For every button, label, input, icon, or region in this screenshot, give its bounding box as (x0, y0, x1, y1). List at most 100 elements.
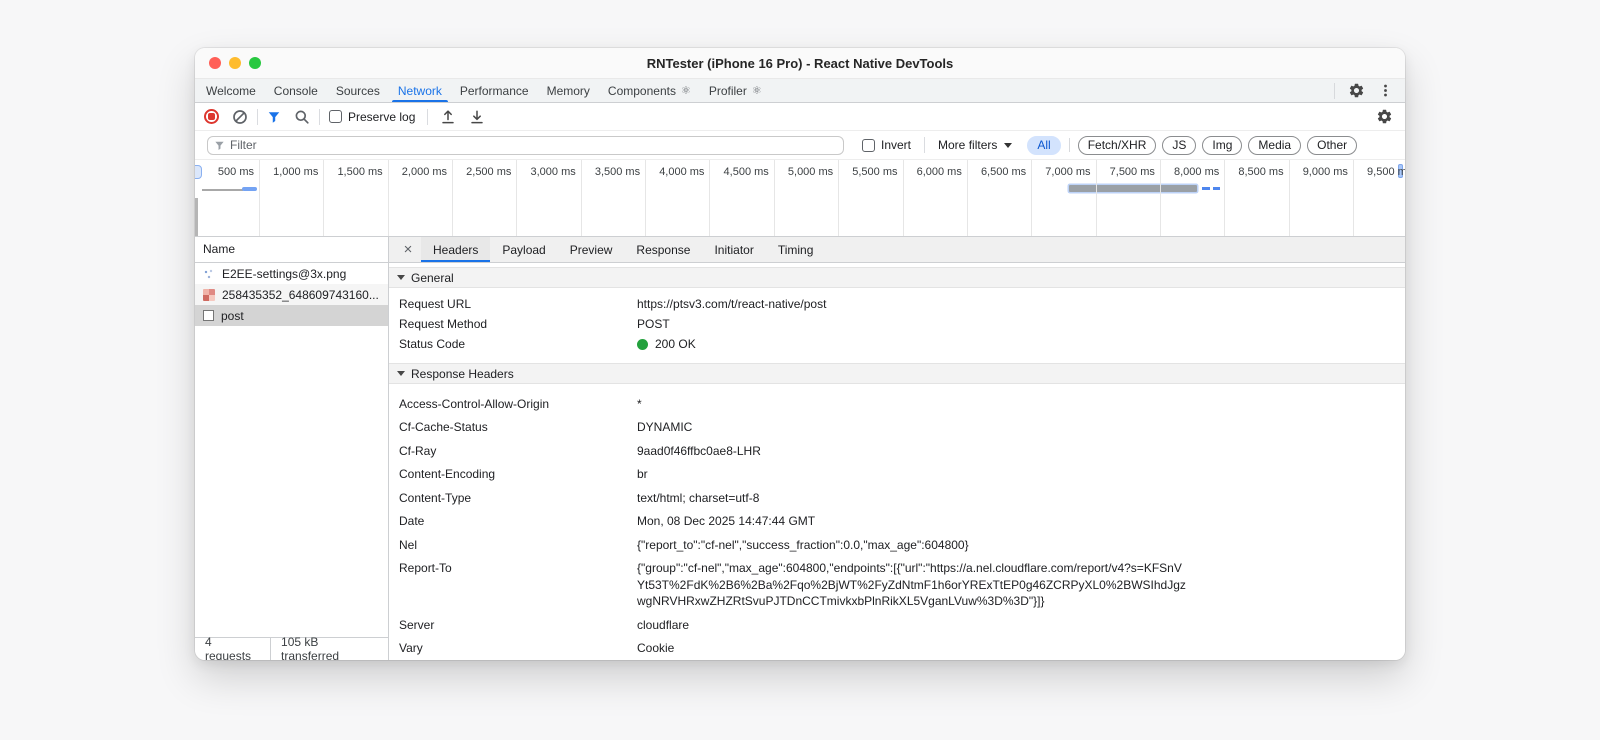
tab-performance[interactable]: Performance (451, 79, 538, 102)
header-value: text/html; charset=utf-8 (637, 490, 760, 505)
header-row-cf-ray: Cf-Ray 9aad0f46ffbc0ae8-LHR (389, 439, 1405, 463)
request-name: post (221, 308, 244, 323)
overview-left-bar (195, 198, 198, 236)
tab-memory[interactable]: Memory (538, 79, 599, 102)
pill-img[interactable]: Img (1202, 135, 1243, 155)
header-row-content-type: Content-Type text/html; charset=utf-8 (389, 486, 1405, 510)
pill-media[interactable]: Media (1248, 135, 1302, 155)
network-toolbar: Preserve log (195, 103, 1405, 131)
network-content: Name E2EE-settings@3x.png 258435352_64860… (195, 237, 1405, 660)
timeline-tick-label: 9,000 ms (1302, 166, 1348, 178)
timeline-overview[interactable]: 500 ms 1,000 ms 1,500 ms 2,000 ms 2,500 ms 3,… (195, 159, 1405, 237)
request-type-pills: All Fetch/XHR JS Img Media Other (1027, 135, 1358, 155)
import-har-icon[interactable] (469, 109, 485, 125)
preserve-log-checkbox[interactable] (329, 110, 342, 123)
filter-toggle-button[interactable] (267, 110, 281, 124)
response-headers-section-header[interactable]: Response Headers (389, 363, 1405, 384)
invert-label: Invert (881, 138, 912, 152)
name-column-header[interactable]: Name (195, 237, 388, 263)
more-filters-dropdown[interactable]: More filters (938, 138, 1013, 152)
details-tab-timing[interactable]: Timing (766, 237, 826, 262)
details-tab-payload[interactable]: Payload (490, 237, 557, 262)
header-value: 9aad0f46ffbc0ae8-LHR (637, 443, 761, 458)
header-value: 200 OK (637, 337, 696, 351)
tab-welcome[interactable]: Welcome (197, 79, 265, 102)
request-row-post[interactable]: post (195, 305, 388, 326)
divider (427, 108, 429, 125)
general-section-header[interactable]: General (389, 267, 1405, 288)
tabbar-right (1334, 79, 1405, 102)
filter-input[interactable]: Filter (207, 135, 844, 155)
pill-other[interactable]: Other (1307, 135, 1358, 155)
response-header-rows: Access-Control-Allow-Origin * Cf-Cache-Sta… (389, 384, 1405, 660)
request-row-258435352-648609743160-[interactable]: 258435352_648609743160... (195, 284, 388, 305)
zoom-window-button[interactable] (249, 57, 261, 69)
timeline-tick-label: 4,500 ms (723, 166, 769, 178)
header-row-status-code: Status Code 200 OK (389, 334, 1405, 354)
timeline-tick-label: 8,000 ms (1174, 166, 1220, 178)
waterfall-bar-large (1069, 185, 1197, 192)
tab-label: Components (607, 83, 676, 98)
devtools-settings-gear-icon[interactable] (1348, 82, 1365, 99)
header-value: {"group":"cf-nel","max_age":604800,"endp… (637, 561, 1186, 608)
header-name: Content-Type (399, 490, 472, 505)
tab-label: Console (273, 83, 318, 98)
tab-sources[interactable]: Sources (327, 79, 389, 102)
pill-all[interactable]: All (1027, 135, 1061, 155)
details-tab-headers[interactable]: Headers (421, 237, 491, 262)
more-filters-label: More filters (938, 138, 998, 152)
tab-profiler[interactable]: Profiler ⚛ (700, 79, 771, 102)
tab-label: Welcome (206, 83, 256, 98)
kebab-menu-icon[interactable] (1378, 83, 1393, 98)
minimize-window-button[interactable] (229, 57, 241, 69)
close-details-button[interactable]: × (395, 237, 421, 262)
disclosure-triangle-icon (397, 275, 405, 280)
close-window-button[interactable] (209, 57, 221, 69)
chevron-down-icon (1004, 142, 1013, 148)
record-network-log-button[interactable] (204, 109, 219, 124)
timeline-tick-label: 3,500 ms (594, 166, 641, 178)
invert-checkbox[interactable] (862, 138, 875, 152)
header-name: Cf-Ray (399, 443, 437, 458)
details-tab-initiator[interactable]: Initiator (702, 237, 765, 262)
export-har-icon[interactable] (440, 109, 456, 125)
timeline-tick-label: 3,000 ms (530, 166, 576, 178)
filter-placeholder: Filter (230, 138, 257, 152)
tab-network[interactable]: Network (389, 79, 451, 102)
waterfall-bar-small-gray (202, 189, 243, 191)
header-name: Nel (399, 537, 418, 552)
request-row-e2ee-settings-3x-png[interactable]: E2EE-settings@3x.png (195, 263, 388, 284)
header-name: Content-Encoding (399, 467, 496, 481)
header-name: Report-To (399, 561, 452, 575)
header-row-request-url: Request URL https://ptsv3.com/t/react-nat… (389, 294, 1405, 314)
header-name: Date (399, 514, 425, 528)
disclosure-triangle-icon (397, 371, 405, 376)
general-section-title: General (411, 270, 454, 285)
tab-label: Network (397, 83, 442, 98)
tab-components[interactable]: Components ⚛ (599, 79, 700, 102)
tab-label: Memory (546, 83, 590, 98)
pill-fetch-xhr[interactable]: Fetch/XHR (1077, 135, 1157, 155)
img-faint-icon (203, 267, 215, 280)
tab-console[interactable]: Console (265, 79, 327, 102)
network-settings-gear-icon[interactable] (1376, 108, 1393, 125)
divider (257, 108, 258, 125)
header-name: Request Method (399, 317, 488, 331)
timeline-tick-label: 6,000 ms (916, 166, 962, 178)
pill-js[interactable]: JS (1162, 135, 1197, 155)
filter-icon (215, 141, 224, 150)
timeline-tick-label: 9,500 ms (1367, 166, 1405, 178)
search-icon[interactable] (294, 109, 310, 125)
timeline-tick-label: 2,500 ms (466, 166, 512, 178)
header-value: cloudflare (637, 617, 690, 632)
divider (1334, 82, 1335, 99)
header-value: br (637, 467, 648, 481)
details-tab-preview[interactable]: Preview (558, 237, 625, 262)
clear-network-log-button[interactable] (232, 109, 248, 125)
header-name: Cf-Cache-Status (399, 420, 488, 434)
titlebar: RNTester (iPhone 16 Pro) - React Native … (195, 48, 1405, 79)
filter-row: Filter Invert More filters All Fetch/XHR J… (195, 131, 1405, 159)
header-row-date: Date Mon, 08 Dec 2025 14:47:44 GMT (389, 510, 1405, 534)
details-tab-response[interactable]: Response (624, 237, 702, 262)
details-tabbar: × Headers Payload Preview Response Initiator… (389, 237, 1405, 263)
